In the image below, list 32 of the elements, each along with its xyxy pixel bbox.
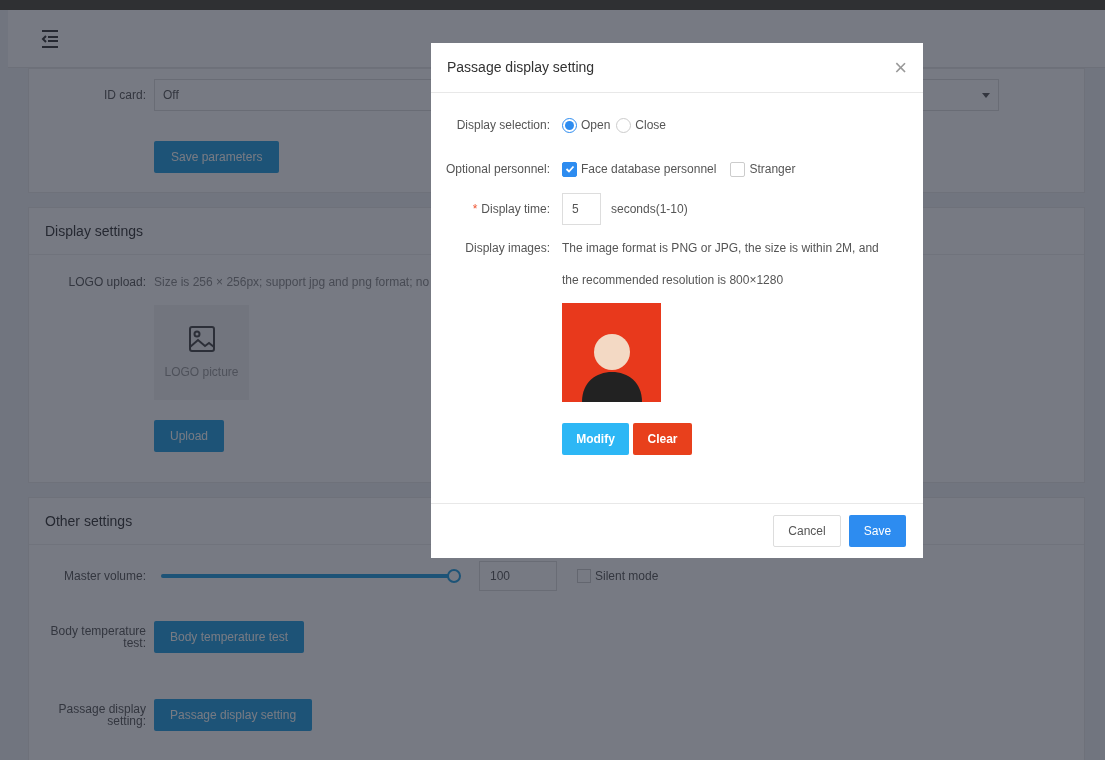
field-label: ID card:	[103, 87, 147, 104]
image-hint: the recommended resolution is 800×1280	[562, 272, 785, 289]
menu-collapse-icon[interactable]	[40, 28, 60, 49]
silent-mode-checkbox[interactable]: Silent mode	[577, 567, 659, 585]
cancel-button[interactable]: Cancel	[773, 515, 841, 547]
checkbox-option[interactable]: Face database personnel	[562, 160, 717, 178]
field-label: Passage display setting:	[57, 703, 147, 727]
dialog-title: Passage display setting	[447, 58, 595, 77]
field-label: Body temperature test:	[49, 625, 147, 649]
image-hint: The image format is PNG or JPG, the size is within 2M, and	[562, 240, 879, 257]
body-temperature-test-button[interactable]: Body temperature test	[154, 621, 305, 653]
field-label: Display selection:	[455, 117, 551, 134]
image-icon	[187, 324, 216, 353]
checkbox-option[interactable]: Stranger	[730, 160, 796, 178]
passage-display-setting-button[interactable]: Passage display setting	[154, 699, 313, 731]
upload-button[interactable]: Upload	[154, 420, 225, 452]
modify-button[interactable]: Modify	[562, 423, 629, 455]
field-label: LOGO upload:	[67, 274, 147, 291]
field-label: Display images:	[464, 240, 551, 257]
caret-down-icon	[982, 92, 990, 98]
check-icon	[564, 164, 575, 174]
radio-option[interactable]: Open	[562, 116, 611, 134]
close-button[interactable]: ×	[894, 56, 907, 79]
save-button[interactable]: Save	[849, 515, 906, 547]
radio-option[interactable]: Close	[616, 116, 667, 134]
slider-handle[interactable]	[447, 569, 461, 583]
field-label: Master volume:	[62, 568, 147, 585]
clear-button[interactable]: Clear	[633, 423, 692, 455]
save-parameters-button[interactable]: Save parameters	[154, 141, 280, 173]
volume-input[interactable]: 100	[479, 561, 557, 591]
field-label: Optional personnel:	[444, 161, 551, 178]
display-time-input[interactable]: 5	[562, 193, 601, 225]
